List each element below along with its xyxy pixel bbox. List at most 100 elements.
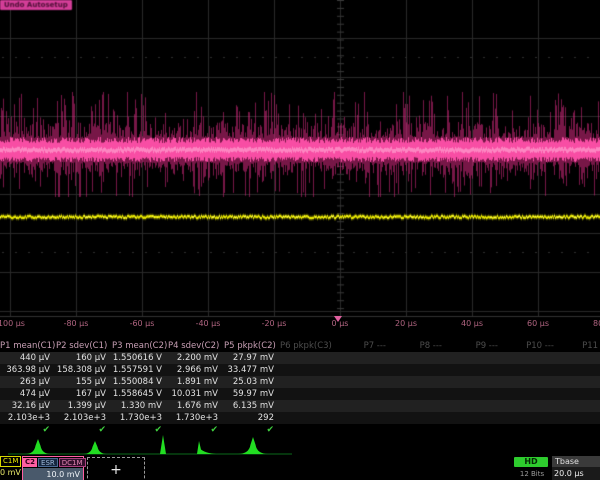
c2-badge-row: C2 ESR DC1M <box>23 457 83 468</box>
measurement-cell: 263 µV <box>0 376 56 388</box>
measurement-header[interactable]: P11 --- <box>560 340 600 352</box>
measurement-cell: 1.550616 V <box>112 352 168 364</box>
measurement-header[interactable]: P5 pkpk(C2) <box>224 340 280 352</box>
measurement-cell <box>504 352 560 364</box>
measurement-cell: 160 µV <box>56 352 112 364</box>
hd-acquisition-indicator[interactable]: HD 12 Bits <box>514 457 550 480</box>
c2-coupling-badge: DC1M <box>59 458 86 467</box>
measurement-cell <box>280 412 336 424</box>
histicon <box>83 441 107 454</box>
measurement-cell: 2.103e+3 <box>56 412 112 424</box>
measurement-cell: 155 µV <box>56 376 112 388</box>
measurement-cell: 1.891 mV <box>168 376 224 388</box>
channel-c1-descriptor[interactable]: C1M 0 mV <box>0 456 22 480</box>
oscilloscope-screen: Undo Autosetup -100 µs-80 µs-60 µs-40 µs… <box>0 0 600 480</box>
measurement-cell: 1.550084 V <box>112 376 168 388</box>
measurement-cell: 1.330 mV <box>112 400 168 412</box>
axis-label: 40 µs <box>461 319 483 328</box>
measurement-cell <box>392 388 448 400</box>
waveform-grid <box>0 0 600 318</box>
histicon <box>197 441 219 454</box>
axis-label: 0 µs <box>332 319 349 328</box>
measurement-cell: 440 µV <box>0 352 56 364</box>
hd-badge: HD <box>514 457 548 467</box>
measurement-cell <box>504 412 560 424</box>
measurement-cell <box>448 364 504 376</box>
measurement-cell <box>336 412 392 424</box>
measurement-cell <box>336 400 392 412</box>
measurement-cell: 1.558645 V <box>112 388 168 400</box>
measurement-cell <box>504 364 560 376</box>
measurement-cell <box>560 400 600 412</box>
measurement-cell <box>280 376 336 388</box>
axis-label: 80 µs <box>593 319 600 328</box>
measurement-cell: 1.557591 V <box>112 364 168 376</box>
histicon <box>160 435 166 454</box>
channel-c2-descriptor[interactable]: C2 ESR DC1M 10.0 mV <box>22 456 84 480</box>
measurement-cell <box>336 388 392 400</box>
measurement-cell <box>392 412 448 424</box>
measurement-cell: 167 µV <box>56 388 112 400</box>
measurement-cell <box>336 352 392 364</box>
measurement-cell <box>448 376 504 388</box>
measurement-cell <box>280 352 336 364</box>
measurement-cell: 2.103e+3 <box>0 412 56 424</box>
measurement-cell <box>392 376 448 388</box>
measurement-cell <box>504 400 560 412</box>
measurement-cell <box>280 388 336 400</box>
measurement-header[interactable]: P2 sdev(C1) <box>56 340 112 352</box>
measurement-table[interactable]: P1 mean(C1)P2 sdev(C1)P3 mean(C2)P4 sdev… <box>0 340 600 436</box>
measurement-cell <box>504 376 560 388</box>
c2-label-badge: C2 <box>23 458 37 467</box>
histicon <box>25 439 51 454</box>
measurement-header[interactable]: P7 --- <box>336 340 392 352</box>
measurement-cell <box>448 352 504 364</box>
measurement-cell: 1.730e+3 <box>168 412 224 424</box>
measurement-header[interactable]: P8 --- <box>392 340 448 352</box>
undo-autosetup-button[interactable]: Undo Autosetup <box>0 0 72 10</box>
measurement-header[interactable]: P1 mean(C1) <box>0 340 56 352</box>
measurement-cell <box>560 412 600 424</box>
measurement-cell: 27.97 mV <box>224 352 280 364</box>
measurement-cell <box>448 400 504 412</box>
measurement-cell: 59.97 mV <box>224 388 280 400</box>
measurement-cell: 292 <box>224 412 280 424</box>
measurement-cell: 25.03 mV <box>224 376 280 388</box>
measurement-header[interactable]: P4 sdev(C2) <box>168 340 224 352</box>
measurement-cell <box>504 388 560 400</box>
axis-label: -60 µs <box>130 319 155 328</box>
measurement-cell <box>336 376 392 388</box>
bottom-bar: C1M 0 mV C2 ESR DC1M 10.0 mV + HD 12 Bit… <box>0 456 600 480</box>
measurement-cell: 32.16 µV <box>0 400 56 412</box>
measurement-header[interactable]: P10 --- <box>504 340 560 352</box>
measurement-header[interactable]: P3 mean(C2) <box>112 340 168 352</box>
measurement-cell <box>392 400 448 412</box>
measurement-cell: 33.477 mV <box>224 364 280 376</box>
measurement-header[interactable]: P6 pkpk(C3) <box>280 340 336 352</box>
measurement-cell <box>392 352 448 364</box>
measurement-cell <box>392 364 448 376</box>
measurement-cell: 474 µV <box>0 388 56 400</box>
measurement-cell: 1.399 µV <box>56 400 112 412</box>
measurement-cell <box>560 376 600 388</box>
add-new-trace-button[interactable]: + <box>87 457 145 480</box>
plus-icon: + <box>110 462 122 478</box>
c1-vdiv-value: 0 mV <box>0 468 21 477</box>
measurement-cell <box>448 388 504 400</box>
measurement-header[interactable]: P9 --- <box>448 340 504 352</box>
measurement-cell: 158.308 µV <box>56 364 112 376</box>
measurement-cell: 2.200 mV <box>168 352 224 364</box>
measurement-cell <box>280 400 336 412</box>
measurement-cell: 363.98 µV <box>0 364 56 376</box>
measurement-histicons <box>0 431 600 456</box>
measurement-cell <box>560 352 600 364</box>
axis-label: 60 µs <box>527 319 549 328</box>
timebase-descriptor[interactable]: Tbase 20.0 µs <box>552 456 600 480</box>
timebase-title: Tbase <box>552 456 600 467</box>
axis-label: -100 µs <box>0 319 25 328</box>
measurement-cell: 1.676 mV <box>168 400 224 412</box>
hd-bits-label: 12 Bits <box>514 470 550 478</box>
axis-label: -40 µs <box>196 319 221 328</box>
axis-row: -100 µs-80 µs-60 µs-40 µs-20 µs0 µs20 µs… <box>0 317 600 332</box>
timebase-value: 20.0 µs <box>552 467 600 480</box>
